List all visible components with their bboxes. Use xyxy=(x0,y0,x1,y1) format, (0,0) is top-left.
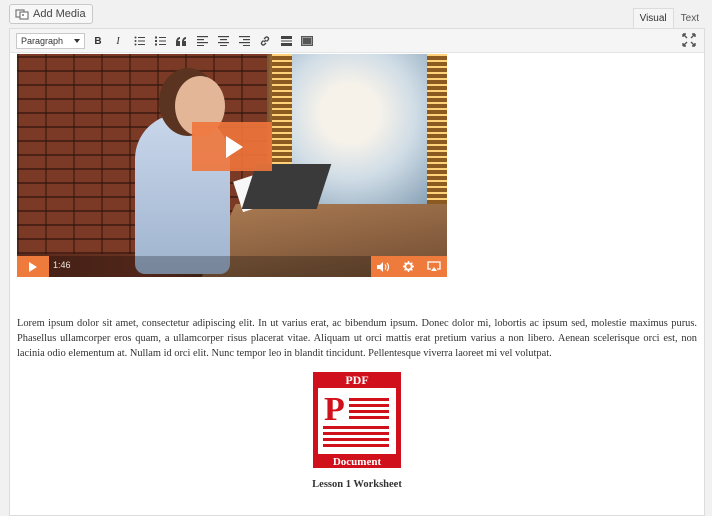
play-icon xyxy=(29,262,37,272)
editor-tabs: Visual Text xyxy=(632,8,706,28)
worksheet-caption: Lesson 1 Worksheet xyxy=(312,479,402,490)
link-icon xyxy=(260,36,270,46)
italic-icon: I xyxy=(116,35,120,47)
keyboard-icon xyxy=(301,36,313,46)
volume-icon xyxy=(377,261,390,272)
gear-icon xyxy=(403,261,415,272)
body-paragraph: Lorem ipsum dolor sit amet, consectetur … xyxy=(17,318,697,359)
quote-icon xyxy=(175,36,186,46)
align-center-button[interactable] xyxy=(215,33,231,49)
pdf-document-icon[interactable]: PDF P Document xyxy=(313,372,401,468)
airplay-button[interactable] xyxy=(422,256,447,277)
align-left-button[interactable] xyxy=(194,33,210,49)
settings-button[interactable] xyxy=(396,256,421,277)
svg-text:P: P xyxy=(324,391,345,428)
read-more-icon xyxy=(280,36,292,46)
expand-icon xyxy=(682,33,696,47)
video-controls: 1:46 xyxy=(17,256,447,277)
video-frame-lights xyxy=(427,54,447,224)
media-icon xyxy=(15,8,29,20)
video-duration: 1:46 xyxy=(53,260,71,270)
play-button[interactable] xyxy=(17,256,49,277)
video-control-group xyxy=(371,256,447,277)
top-bar: Add Media Visual Text xyxy=(0,0,712,28)
numbered-list-button[interactable] xyxy=(152,33,168,49)
read-more-button[interactable] xyxy=(278,33,294,49)
align-center-icon xyxy=(217,36,229,46)
bold-icon: B xyxy=(94,35,102,47)
format-select[interactable]: Paragraph xyxy=(16,33,85,49)
bulleted-list-icon xyxy=(134,36,145,46)
italic-button[interactable]: I xyxy=(110,33,126,49)
pdf-top-label: PDF xyxy=(345,373,368,387)
link-button[interactable] xyxy=(257,33,273,49)
tab-text[interactable]: Text xyxy=(674,8,706,28)
editor: Paragraph B I 1:46 Lorem ipsum dolor sit… xyxy=(9,28,705,516)
add-media-button[interactable]: Add Media xyxy=(9,4,93,24)
bulleted-list-button[interactable] xyxy=(131,33,147,49)
video-player[interactable]: 1:46 xyxy=(17,54,447,277)
format-select-value: Paragraph xyxy=(21,36,64,46)
play-icon xyxy=(226,136,243,158)
blockquote-button[interactable] xyxy=(173,33,189,49)
editor-toolbar: Paragraph B I xyxy=(10,29,704,53)
airplay-icon xyxy=(427,261,441,271)
big-play-button[interactable] xyxy=(192,122,272,171)
bold-button[interactable]: B xyxy=(90,33,106,49)
numbered-list-icon xyxy=(154,36,166,46)
pdf-bottom-label: Document xyxy=(333,456,382,468)
fullscreen-button[interactable] xyxy=(682,33,698,49)
align-right-icon xyxy=(238,36,250,46)
align-left-icon xyxy=(196,36,208,46)
tab-visual[interactable]: Visual xyxy=(632,8,674,28)
volume-button[interactable] xyxy=(371,256,396,277)
chevron-down-icon xyxy=(74,39,80,43)
add-media-label: Add Media xyxy=(33,8,86,20)
align-right-button[interactable] xyxy=(236,33,252,49)
editor-content[interactable]: 1:46 Lorem ipsum dolor sit amet, consect… xyxy=(10,54,704,516)
toolbar-toggle-button[interactable] xyxy=(299,33,315,49)
